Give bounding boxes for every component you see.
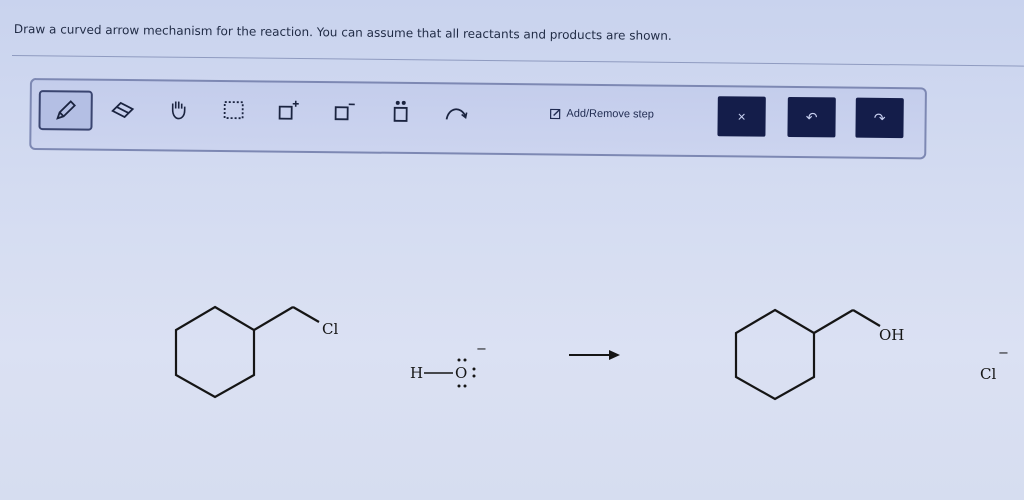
hydroxide-o-label: O [455,364,467,382]
hydroxide-h-label: H [410,364,423,382]
reactant-chloromethylcyclohexane [174,305,320,399]
hydroxide-charge: − [476,342,487,357]
reaction-arrow [569,350,620,360]
product-oh-label: OH [879,326,904,344]
hydroxide-ion: H O − [410,342,487,388]
reaction-canvas[interactable]: Cl H O − OH Cl − [0,0,1024,500]
reactant-cl-label: Cl [322,320,338,338]
product-cyclohexylmethanol [734,308,881,401]
chloride-charge: − [998,346,1009,361]
chloride-label: Cl [980,365,996,383]
